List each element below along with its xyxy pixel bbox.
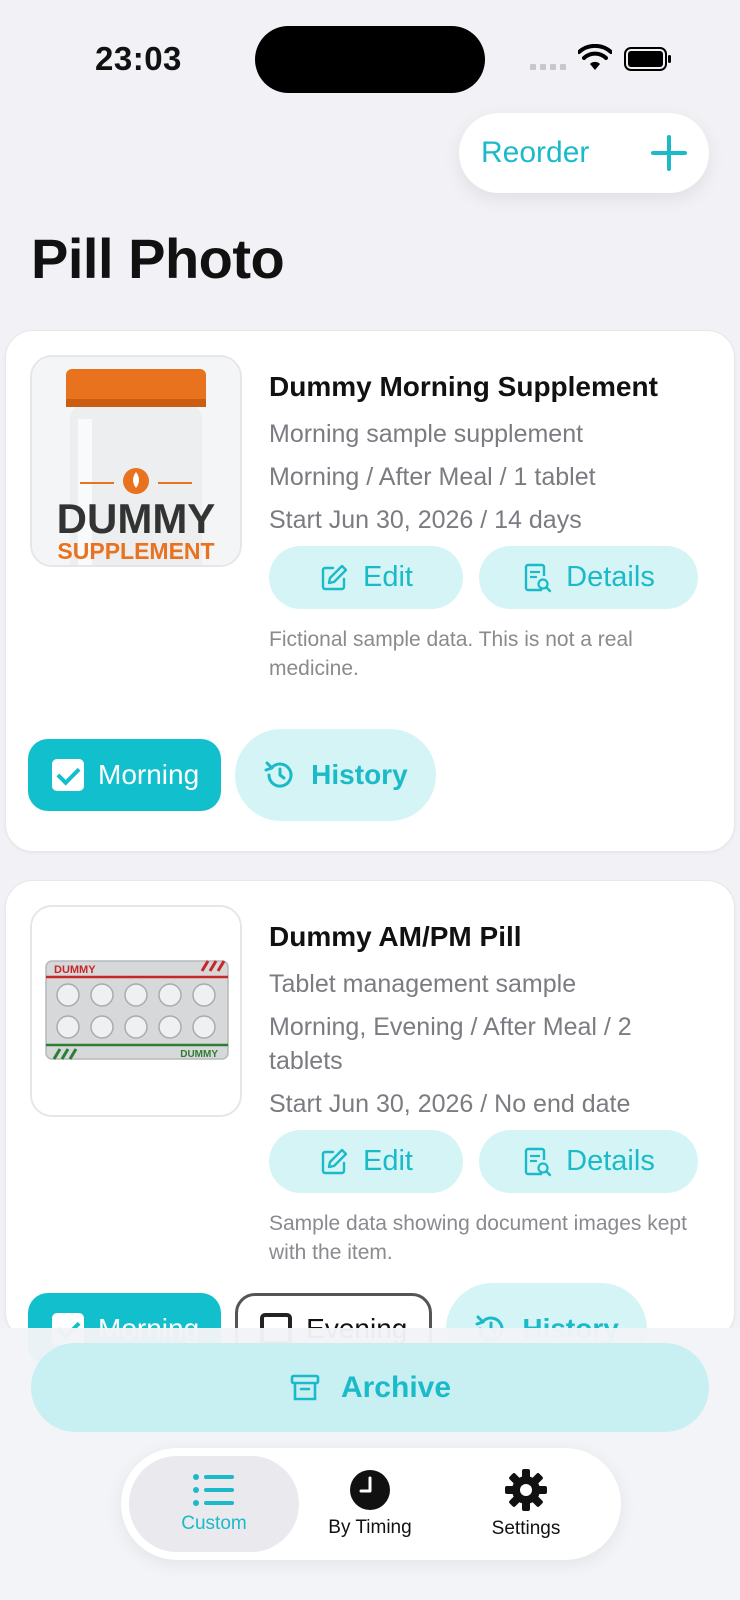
medication-photo[interactable]: DUMMY SUPPLEMENT <box>30 355 242 567</box>
edit-button[interactable]: Edit <box>269 546 463 609</box>
checkbox-checked-icon <box>52 759 84 791</box>
history-label: History <box>311 759 408 790</box>
toolbar-pill: Reorder <box>459 113 709 193</box>
history-icon <box>264 761 293 788</box>
status-bar: 23:03 <box>0 0 740 110</box>
wifi-icon <box>578 44 612 70</box>
battery-icon <box>624 47 671 71</box>
blister-label-bottom: DUMMY <box>180 1049 218 1060</box>
dose-chip-row: Morning History <box>28 729 436 821</box>
medication-period: Start Jun 30, 2026 / 14 days <box>269 506 582 534</box>
tab-settings[interactable]: Settings <box>441 1456 611 1552</box>
edit-button[interactable]: Edit <box>269 1130 463 1193</box>
page-title: Pill Photo <box>31 227 285 290</box>
tab-label: Custom <box>181 1513 247 1534</box>
supplement-bottle-image: DUMMY SUPPLEMENT <box>32 357 240 565</box>
dose-chip-morning[interactable]: Morning <box>28 739 222 811</box>
medication-name: Dummy Morning Supplement <box>269 371 658 402</box>
blister-label-top: DUMMY <box>54 964 96 976</box>
blister-pack-image: DUMMY DUMMY <box>32 907 240 1115</box>
medication-schedule: Morning / After Meal / 1 tablet <box>269 463 596 491</box>
tab-custom[interactable]: Custom <box>129 1456 299 1552</box>
edit-label: Edit <box>363 561 413 593</box>
list-icon <box>193 1474 234 1506</box>
medication-photo[interactable]: DUMMY DUMMY <box>30 905 242 1117</box>
gear-icon <box>505 1469 547 1511</box>
tab-by-timing[interactable]: By Timing <box>285 1456 455 1552</box>
document-search-icon <box>524 563 552 592</box>
medication-schedule: Morning, Evening / After Meal / 2 tablet… <box>269 1013 632 1075</box>
medication-card: DUMMY DUMMY Dummy AM/PM Pill Tablet mana… <box>5 880 735 1375</box>
history-button[interactable]: History <box>235 729 436 821</box>
tab-label: By Timing <box>328 1517 412 1538</box>
reorder-button[interactable]: Reorder <box>481 136 651 170</box>
bottle-label-line2: SUPPLEMENT <box>57 538 214 564</box>
clock-icon <box>350 1470 390 1510</box>
disclaimer-note: Fictional sample data. This is not a rea… <box>269 628 633 680</box>
details-label: Details <box>566 561 655 593</box>
medication-info: Dummy AM/PM Pill Tablet management sampl… <box>269 921 709 1267</box>
medication-description: Morning sample supplement <box>269 420 584 448</box>
cellular-signal-icon <box>530 64 566 70</box>
medication-period: Start Jun 30, 2026 / No end date <box>269 1090 631 1118</box>
tab-bar: Custom By Timing Settings <box>121 1448 621 1560</box>
document-search-icon <box>524 1147 552 1176</box>
edit-label: Edit <box>363 1145 413 1177</box>
disclaimer-note: Sample data showing document images kept… <box>269 1212 687 1264</box>
edit-icon <box>321 1148 348 1174</box>
archive-button[interactable]: Archive <box>31 1343 709 1432</box>
archive-label: Archive <box>340 1370 452 1404</box>
medication-description: Tablet management sample <box>269 970 577 998</box>
medication-name: Dummy AM/PM Pill <box>269 921 522 952</box>
medication-card: DUMMY SUPPLEMENT Dummy Morning Supplemen… <box>5 330 735 852</box>
medication-info: Dummy Morning Supplement Morning sample … <box>269 371 709 683</box>
dose-chip-label: Morning <box>98 759 200 790</box>
bottle-label-line1: DUMMY <box>57 495 216 542</box>
archive-box-icon <box>290 1374 320 1400</box>
details-button[interactable]: Details <box>479 1130 698 1193</box>
details-button[interactable]: Details <box>479 546 698 609</box>
status-time: 23:03 <box>95 40 182 77</box>
dynamic-island <box>255 26 485 93</box>
plus-icon[interactable] <box>651 135 687 171</box>
edit-icon <box>321 564 348 590</box>
details-label: Details <box>566 1145 655 1177</box>
tab-label: Settings <box>491 1518 561 1539</box>
